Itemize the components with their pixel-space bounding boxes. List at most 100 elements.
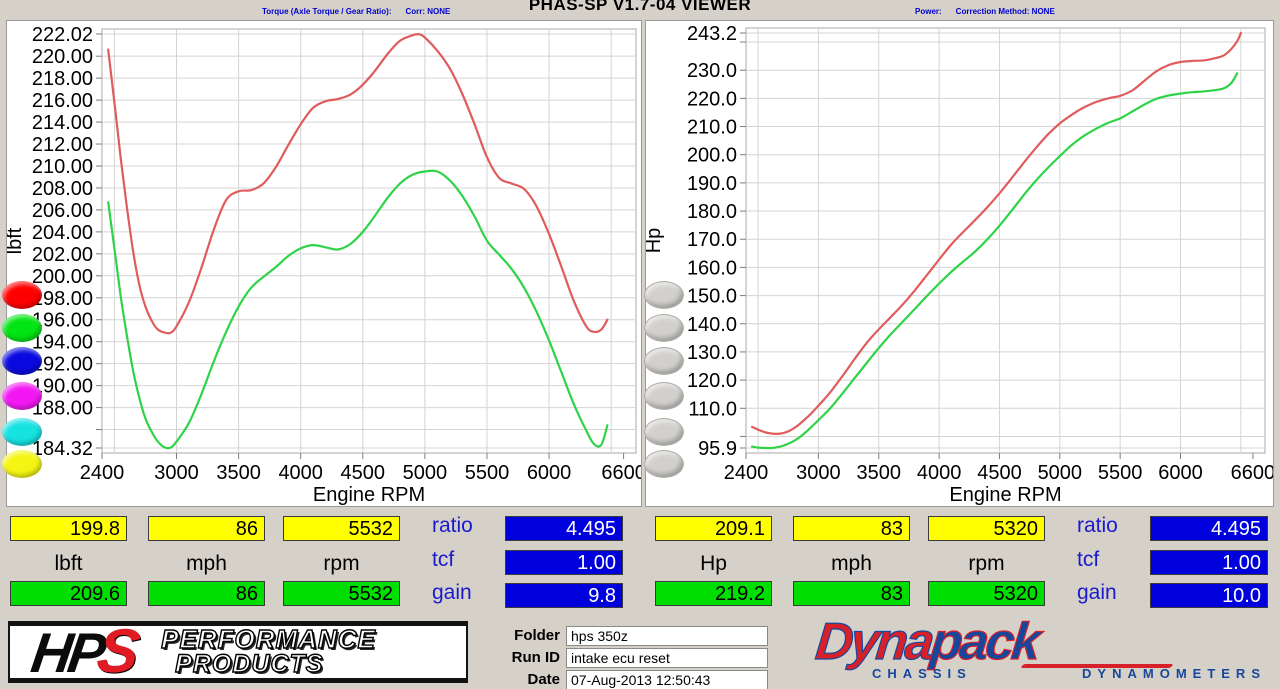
y-tick-label: 204.00	[32, 222, 93, 244]
torque-chart-panel[interactable]: 222.02 220.00 218.00 216.00 214.00 212.00 210.…	[6, 20, 642, 507]
x-tick-label: 3500	[857, 462, 902, 484]
torque-tcf-label: tcf	[432, 548, 455, 571]
dynapack-subtitle: CHASSIS DYNAMOMETERS	[872, 666, 1266, 681]
torque-tcf-field: 1.00	[505, 550, 623, 575]
y-tick-label: 120.0	[687, 370, 737, 392]
x-tick-label: 2400	[724, 462, 769, 484]
x-tick-label: 4500	[977, 462, 1022, 484]
power-run2-mph-field: 83	[793, 581, 910, 606]
folder-input[interactable]: hps 350z	[566, 626, 768, 646]
y-tick-label: 220.00	[32, 46, 93, 68]
power-tcf-label: tcf	[1077, 548, 1100, 571]
run-info-row-date: Date 07-Aug-2013 12:50:43	[470, 670, 770, 689]
torque-chart[interactable]: 222.02220.00218.00216.00214.00212.00210.…	[7, 21, 641, 506]
y-tick-label: 218.00	[32, 68, 93, 90]
power-gain-field: 10.0	[1150, 583, 1268, 608]
x-tick-label: 4000	[917, 462, 962, 484]
y-tick-label: 160.0	[687, 257, 737, 279]
run-button-red[interactable]	[2, 281, 42, 309]
torque-unit-label-mph: mph	[186, 552, 227, 575]
x-tick-label: 6600	[601, 462, 641, 484]
x-tick-label: 2400	[80, 462, 125, 484]
torque-run2-rpm-field: 5532	[283, 581, 400, 606]
run-button-right-5[interactable]	[644, 418, 684, 446]
power-chart[interactable]: 243.2 230.0 220.0 210.0 200.0 190.0 180.0 170.0…	[646, 21, 1273, 506]
y-tick-label: 200.0	[687, 145, 737, 167]
run-id-input[interactable]: intake ecu reset	[566, 648, 768, 668]
run-button-right-3[interactable]	[644, 347, 684, 375]
power-unit-label-Hp: Hp	[700, 552, 727, 575]
torque-run1-mph-field: 86	[148, 516, 265, 541]
y-tick-label: 194.00	[32, 332, 93, 354]
run-button-magenta[interactable]	[2, 382, 42, 410]
run-button-right-4[interactable]	[644, 382, 684, 410]
power-unit-label-mph: mph	[831, 552, 872, 575]
y-tick-label: 243.2	[687, 23, 737, 45]
run-info-row-run-id: Run ID intake ecu reset	[470, 648, 770, 668]
torque-ratio-field: 4.495	[505, 516, 623, 541]
date-label: Date	[527, 671, 560, 688]
x-tick-label: 5500	[1098, 462, 1143, 484]
y-tick-label: 110.0	[688, 398, 737, 420]
dyno-viewer-window: PHAS-SP V1.7-04 VIEWER Torque (Axle Torq…	[0, 0, 1280, 689]
x-tick-label: 4000	[278, 462, 323, 484]
y-tick-label: 220.0	[687, 88, 737, 110]
torque-run2-lbft-field: 209.6	[10, 581, 127, 606]
torque-ratio-label: ratio	[432, 514, 473, 537]
y-tick-label: 216.00	[32, 90, 93, 112]
y-axis-label: Hp	[646, 228, 665, 254]
torque-correction-header: Torque (Axle Torque / Gear Ratio): Corr: …	[262, 7, 451, 16]
run-button-right-2[interactable]	[644, 314, 684, 342]
torque-gain-field: 9.8	[505, 583, 623, 608]
run-button-yellow[interactable]	[2, 450, 42, 478]
power-run1-Hp-field: 209.1	[655, 516, 772, 541]
run-info-row-folder: Folder hps 350z	[470, 626, 770, 646]
torque-unit-label-rpm: rpm	[323, 552, 360, 575]
power-chart-panel[interactable]: 243.2 230.0 220.0 210.0 200.0 190.0 180.0 170.0…	[645, 20, 1274, 507]
x-tick-label: 6000	[527, 462, 572, 484]
y-tick-label: 150.0	[687, 286, 737, 308]
torque-run1-lbft-field: 199.8	[10, 516, 127, 541]
hps-logo-letters: HPS	[27, 616, 141, 686]
x-tick-label: 3000	[796, 462, 841, 484]
x-tick-label: 6600	[1231, 462, 1273, 484]
y-tick-label: 188.00	[32, 398, 93, 420]
x-tick-label: 3500	[216, 462, 261, 484]
run-button-cyan[interactable]	[2, 418, 42, 446]
y-tick-label: 190.0	[687, 173, 737, 195]
torque-readout-group: 199.8 86 5532 lbft mph rpm 209.6 86 5532 ratio 4.4…	[0, 512, 640, 614]
dynapack-logo: Dynapack CHASSIS DYNAMOMETERS	[812, 612, 1274, 686]
power-run2-rpm-field: 5320	[928, 581, 1045, 606]
y-axis-label: lbft	[7, 227, 26, 254]
run-button-right-1[interactable]	[644, 281, 684, 309]
x-tick-label: 6000	[1158, 462, 1203, 484]
y-tick-label: 130.0	[687, 342, 737, 364]
footer: HPS PERFORMANCE PRODUCTS Folder hps 350z R…	[0, 612, 1280, 689]
power-run1-mph-field: 83	[793, 516, 910, 541]
x-tick-label: 5500	[465, 462, 510, 484]
x-tick-label: 3000	[154, 462, 199, 484]
y-tick-label: 206.00	[32, 200, 93, 222]
folder-label: Folder	[514, 627, 560, 644]
y-tick-label: 210.00	[32, 156, 93, 178]
dynapack-logo-text: Dynapack	[812, 612, 1041, 671]
run-button-green[interactable]	[2, 314, 42, 342]
run-button-blue[interactable]	[2, 347, 42, 375]
window-titlebar[interactable]: PHAS-SP V1.7-04 VIEWER	[0, 0, 1280, 20]
y-tick-label: 214.00	[32, 112, 93, 134]
y-tick-label: 208.00	[32, 178, 93, 200]
hps-logo-words: PERFORMANCE PRODUCTS	[160, 624, 376, 678]
y-tick-label: 170.0	[687, 229, 737, 251]
torque-unit-label-lbft: lbft	[54, 552, 83, 575]
x-tick-label: 5000	[1038, 462, 1083, 484]
y-tick-label: 200.00	[32, 266, 93, 288]
power-ratio-label: ratio	[1077, 514, 1118, 537]
x-axis-label: Engine RPM	[313, 484, 425, 506]
power-tcf-field: 1.00	[1150, 550, 1268, 575]
x-tick-label: 5000	[403, 462, 448, 484]
run-button-right-6[interactable]	[644, 450, 684, 478]
x-tick-label: 4500	[341, 462, 386, 484]
date-input[interactable]: 07-Aug-2013 12:50:43	[566, 670, 768, 689]
power-run2-Hp-field: 219.2	[655, 581, 772, 606]
y-tick-label: 202.00	[32, 244, 93, 266]
